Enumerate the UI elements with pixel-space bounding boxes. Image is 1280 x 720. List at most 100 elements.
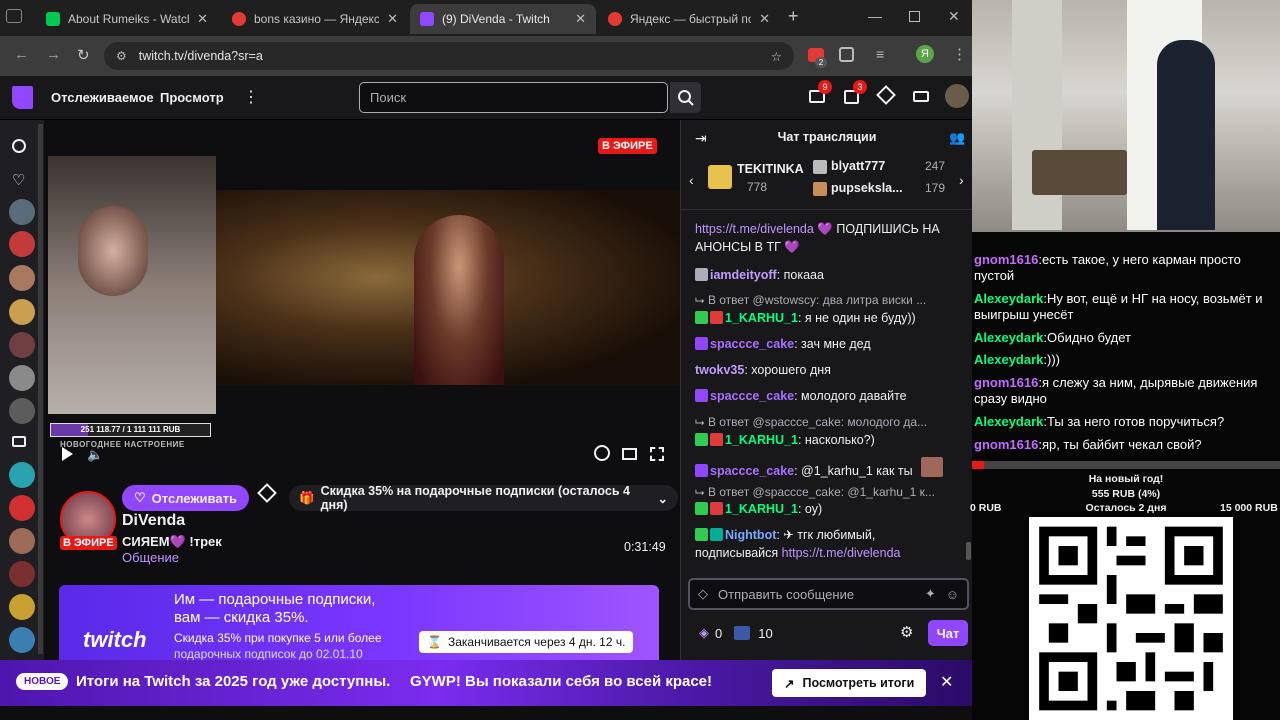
- stream-category[interactable]: Общение: [122, 550, 179, 565]
- chat-scrollbar[interactable]: [966, 542, 971, 560]
- channel-avatar[interactable]: [9, 398, 35, 424]
- close-notice-icon[interactable]: ✕: [940, 672, 953, 692]
- chat-message: spaccce_cake: зач мне дед: [695, 335, 957, 353]
- chat-users-icon[interactable]: 👥: [949, 130, 965, 146]
- close-tab-icon[interactable]: ✕: [197, 11, 208, 27]
- gift-icon: [813, 160, 827, 174]
- chat-message: twokv35: хорошего дня: [695, 363, 831, 377]
- address-bar[interactable]: ⚙ twitch.tv/divenda?sr=a ☆: [104, 42, 794, 70]
- search-button[interactable]: [670, 82, 701, 113]
- channel-avatar[interactable]: [9, 561, 35, 587]
- emote-picker-icon[interactable]: ☺: [946, 587, 959, 602]
- settings-gear-icon[interactable]: [594, 445, 610, 461]
- browser-tab-1[interactable]: About Rumeiks - Watch Li✕: [36, 4, 218, 34]
- goal-max: 15 000 RUB: [1220, 502, 1278, 514]
- inbox-badge: 9: [818, 80, 832, 94]
- browser-tab-active[interactable]: (9) DiVenda - Twitch ✕: [410, 4, 596, 34]
- chat-link[interactable]: https://t.me/divelenda: [695, 222, 814, 236]
- user-avatar[interactable]: [945, 84, 969, 108]
- twitch-logo-icon[interactable]: [12, 86, 33, 109]
- stream-chat: ⇥ Чат трансляции 👥 ‹ TEKITINKA 778 blyat…: [680, 120, 973, 660]
- tab-search-icon[interactable]: [6, 9, 22, 23]
- leaderboard-next-icon[interactable]: ›: [959, 172, 964, 188]
- chat-input[interactable]: ◇ Отправить сообщение ✦ ☺: [688, 578, 969, 610]
- play-icon[interactable]: [62, 447, 73, 461]
- yandex-favicon-icon: [608, 12, 622, 26]
- chat-reply-context[interactable]: ⮡ В ответ @spaccce_cake: @1_karhu_1 к...: [695, 483, 957, 501]
- stream-title: СИЯЕМ💜 !трек: [122, 534, 222, 549]
- turbo-icon[interactable]: [913, 91, 929, 102]
- browser-menu-icon[interactable]: ⋮: [952, 45, 967, 63]
- channel-avatar[interactable]: [9, 231, 35, 257]
- close-tab-icon[interactable]: ✕: [575, 11, 586, 27]
- bits-icon[interactable]: [876, 85, 896, 105]
- chat-reply-context[interactable]: ⮡ В ответ @wstowscy: два литра виски ...: [695, 291, 957, 309]
- nav-following-link[interactable]: Отслеживаемое: [51, 90, 154, 105]
- recommended-icon[interactable]: [12, 139, 26, 153]
- channel-avatar[interactable]: [9, 627, 35, 653]
- chat-settings-icon[interactable]: ⚙: [900, 623, 913, 641]
- media-control-icon[interactable]: ≡: [876, 46, 884, 62]
- minimize-icon[interactable]: —: [868, 8, 882, 24]
- gift-icon: [708, 165, 732, 189]
- promo-timer: ⌛ Заканчивается через 4 дн. 12 ч.: [419, 631, 634, 653]
- leaderboard-prev-icon[interactable]: ‹: [689, 172, 694, 188]
- search-input[interactable]: Поиск: [359, 82, 668, 113]
- theatre-mode-icon[interactable]: [622, 448, 637, 460]
- channel-points[interactable]: ◈ 0 10: [699, 625, 773, 641]
- channel-avatar[interactable]: [9, 299, 35, 325]
- sparkle-icon[interactable]: ✦: [925, 586, 936, 602]
- forward-icon[interactable]: →: [46, 46, 61, 63]
- channel-avatar[interactable]: [9, 265, 35, 291]
- following-heart-icon[interactable]: ♡: [12, 171, 25, 189]
- overlay-chat-line: Alexeydark:))): [974, 352, 1061, 367]
- overlay-chat-line: gnom1616:есть такое, у него карман прост…: [974, 252, 1241, 283]
- rail-scrollbar[interactable]: [38, 124, 43, 654]
- channel-name[interactable]: DiVenda: [122, 512, 185, 530]
- channel-avatar[interactable]: [9, 462, 35, 488]
- bot-badge-icon: [710, 528, 723, 541]
- channel-avatar[interactable]: [9, 332, 35, 358]
- chat-reply-context[interactable]: ⮡ В ответ @spaccce_cake: молодого да...: [695, 413, 957, 431]
- more-menu-icon[interactable]: ⋮: [243, 87, 259, 107]
- close-tab-icon[interactable]: ✕: [759, 11, 770, 27]
- profile-avatar[interactable]: Я: [916, 45, 934, 63]
- browser-tab-2[interactable]: bons казино — Яндекс: на✕: [222, 4, 408, 34]
- back-icon[interactable]: ←: [14, 46, 29, 63]
- close-tab-icon[interactable]: ✕: [387, 11, 398, 27]
- browser-tab-4[interactable]: Яндекс — быстрый поиск✕: [598, 4, 780, 34]
- bookmark-star-icon[interactable]: ☆: [771, 49, 782, 64]
- channel-avatar[interactable]: [9, 365, 35, 391]
- fullscreen-icon[interactable]: [650, 447, 664, 461]
- channel-avatar[interactable]: [9, 199, 35, 225]
- maximize-icon[interactable]: [909, 11, 920, 22]
- reload-icon[interactable]: ↻: [77, 46, 90, 64]
- heart-icon: ♡: [134, 490, 146, 505]
- channel-avatar[interactable]: [9, 594, 35, 620]
- close-window-icon[interactable]: ✕: [948, 8, 960, 25]
- chat-send-button[interactable]: Чат: [928, 620, 968, 646]
- view-recap-button[interactable]: ↗ Посмотреть итоги: [772, 669, 927, 697]
- follow-button[interactable]: ♡ Отслеживать: [122, 485, 249, 511]
- yandex-favicon-icon: [232, 12, 246, 26]
- chat-message: spaccce_cake: молодого давайте: [695, 387, 957, 405]
- bits-cheer-icon[interactable]: [257, 483, 277, 503]
- site-info-icon[interactable]: ⚙: [116, 49, 127, 63]
- channel-avatar[interactable]: [9, 528, 35, 554]
- gift-sub-banner[interactable]: twitch Им — подарочные подписки, вам — с…: [59, 585, 659, 660]
- videos-icon[interactable]: [12, 436, 26, 447]
- extension-badge: 2: [815, 57, 827, 68]
- camera-caption: НОВОГОДНЕЕ НАСТРОЕНИЕ: [60, 440, 185, 449]
- streamer-camera: [48, 156, 216, 414]
- video-player[interactable]: 251 118.77 / 1 111 111 RUB НОВОГОДНЕЕ НА…: [44, 120, 680, 475]
- gift-icon: 🎁: [299, 490, 315, 505]
- extensions-puzzle-icon[interactable]: [839, 47, 854, 62]
- volume-icon[interactable]: 🔈: [87, 447, 103, 463]
- nav-browse-link[interactable]: Просмотр: [160, 90, 224, 105]
- new-tab-icon[interactable]: +: [788, 6, 799, 27]
- hourglass-icon: ⌛: [427, 635, 442, 649]
- chat-link[interactable]: https://t.me/divelenda: [782, 546, 901, 560]
- channel-avatar[interactable]: [9, 495, 35, 521]
- donation-qr-code: [1029, 517, 1233, 720]
- gift-sub-promo-button[interactable]: 🎁 Скидка 35% на подарочные подписки (оста…: [289, 484, 678, 512]
